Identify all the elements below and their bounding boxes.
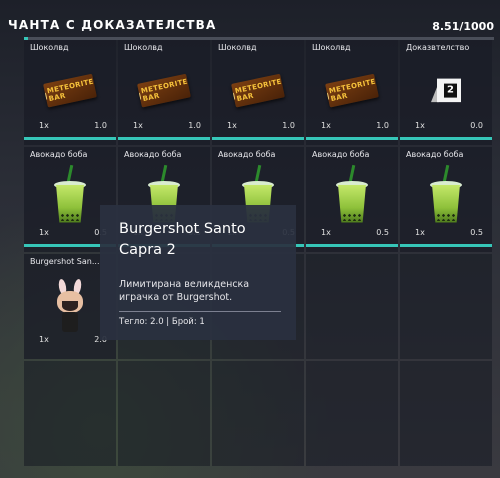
slot-item-count: 1x — [415, 121, 425, 130]
slot-durability-bar — [24, 137, 116, 140]
slot-item-weight: 1.0 — [188, 121, 201, 130]
evidence-bag-panel: ЧАНТА С ДОКАЗАТЕЛСТВА 8.51/1000 Шоколвд M… — [0, 0, 500, 478]
bar-label: METEORITE BAR — [328, 77, 377, 103]
marker-number: 2 — [444, 83, 457, 98]
inventory-slot[interactable]: Авокадо боба 1x 0.5 — [400, 147, 492, 252]
inventory-slot[interactable]: Шоколвд METEORITE BAR 1x 1.0 — [118, 40, 210, 145]
toy-body — [62, 311, 78, 332]
slot-item-name: Burgershot San... — [30, 257, 100, 266]
slot-item-weight: 1.0 — [376, 121, 389, 130]
tooltip-stats: Тегло: 2.0 | Брой: 1 — [119, 317, 205, 327]
inventory-slot[interactable]: Шоколвд METEORITE BAR 1x 1.0 — [212, 40, 304, 145]
inventory-slot[interactable]: Шоколвд METEORITE BAR 1x 1.0 — [306, 40, 398, 145]
item-tooltip: Burgershot Santo Capra 2 Лимитирана вели… — [100, 205, 296, 340]
slot-durability-bar — [400, 137, 492, 140]
inventory-slot-empty[interactable] — [118, 361, 210, 466]
slot-item-count: 1x — [227, 121, 237, 130]
slot-item-count: 1x — [133, 121, 143, 130]
bar-label: METEORITE BAR — [46, 77, 95, 103]
slot-item-weight: 0.5 — [376, 228, 389, 237]
bunny-toy-icon — [53, 278, 87, 335]
slot-item-count: 1x — [321, 228, 331, 237]
slot-item-weight: 1.0 — [94, 121, 107, 130]
slot-durability-bar — [212, 137, 304, 140]
tooltip-description: Лимитирана великденска играчка от Burger… — [119, 279, 250, 303]
slot-item-weight: 0.0 — [470, 121, 483, 130]
chocolate-bar-icon: METEORITE BAR — [231, 73, 285, 108]
slot-item-name: Шоколвд — [312, 43, 351, 52]
slot-item-name: Шоколвд — [124, 43, 163, 52]
slot-durability-bar — [306, 137, 398, 140]
inventory-slot[interactable]: Авокадо боба 1x 0.5 — [306, 147, 398, 252]
bar-label: METEORITE BAR — [140, 77, 189, 103]
slot-durability-bar — [118, 137, 210, 140]
evidence-marker-icon: 2 — [431, 78, 461, 103]
bar-label: METEORITE BAR — [234, 77, 283, 103]
slot-item-count: 1x — [321, 121, 331, 130]
chocolate-bar-icon: METEORITE BAR — [137, 73, 191, 108]
inventory-slot-empty[interactable] — [400, 254, 492, 359]
tooltip-title: Burgershot Santo Capra 2 — [119, 221, 246, 258]
cup-pearls — [342, 212, 362, 221]
inventory-slot[interactable]: Шоколвд METEORITE BAR 1x 1.0 — [24, 40, 116, 145]
slot-durability-bar — [306, 244, 398, 247]
slot-item-count: 1x — [415, 228, 425, 237]
slot-item-name: Авокадо боба — [312, 150, 370, 159]
slot-item-name: Доказвтелство — [406, 43, 470, 52]
tooltip-divider — [119, 311, 281, 312]
chocolate-bar-icon: METEORITE BAR — [43, 73, 97, 108]
inventory-weight: 8.51/1000 — [432, 20, 494, 33]
boba-cup-icon — [430, 164, 462, 224]
slot-item-name: Авокадо боба — [124, 150, 182, 159]
inventory-slot-empty[interactable] — [212, 361, 304, 466]
inventory-slot-empty[interactable] — [24, 361, 116, 466]
cup-pearls — [60, 212, 80, 221]
slot-item-weight: 0.5 — [470, 228, 483, 237]
slot-item-weight: 1.0 — [282, 121, 295, 130]
slot-item-name: Авокадо боба — [406, 150, 464, 159]
inventory-title: ЧАНТА С ДОКАЗАТЕЛСТВА — [8, 18, 217, 32]
chocolate-bar-icon: METEORITE BAR — [325, 73, 379, 108]
slot-item-name: Шоколвд — [218, 43, 257, 52]
inventory-slot-empty[interactable] — [306, 254, 398, 359]
slot-item-name: Шоколвд — [30, 43, 69, 52]
slot-item-count: 1x — [39, 121, 49, 130]
slot-item-count: 1x — [39, 228, 49, 237]
slot-durability-bar — [400, 244, 492, 247]
inventory-slot-empty[interactable] — [400, 361, 492, 466]
boba-cup-icon — [336, 164, 368, 224]
slot-item-name: Авокадо боба — [30, 150, 88, 159]
toy-beard — [62, 300, 78, 311]
boba-cup-icon — [54, 164, 86, 224]
inventory-slot-empty[interactable] — [306, 361, 398, 466]
cup-pearls — [436, 212, 456, 221]
slot-item-name: Авокадо боба — [218, 150, 276, 159]
slot-item-count: 1x — [39, 335, 49, 344]
inventory-slot[interactable]: Доказвтелство 2 1x 0.0 — [400, 40, 492, 145]
